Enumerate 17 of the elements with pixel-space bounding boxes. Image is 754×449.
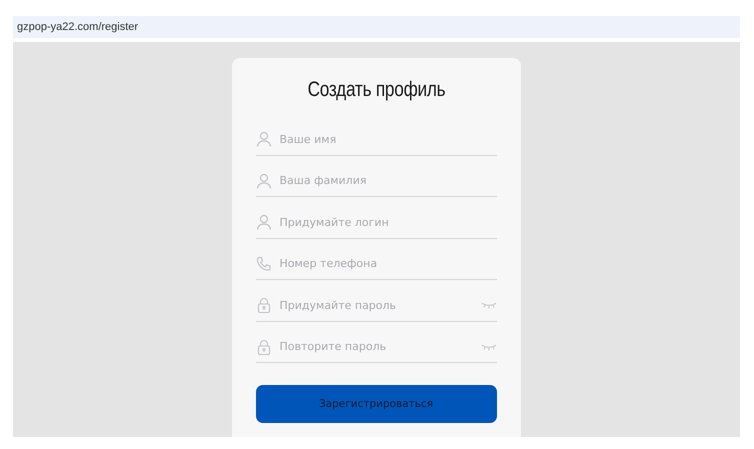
person-icon xyxy=(256,131,272,148)
input-field[interactable]: Ваше имя xyxy=(280,132,496,146)
form-title: Создать профиль xyxy=(306,78,446,102)
person-icon xyxy=(256,172,272,189)
input-field[interactable]: Номер телефона xyxy=(280,257,496,270)
lock-icon xyxy=(256,338,272,355)
person-icon xyxy=(256,214,272,230)
phone-icon xyxy=(256,256,272,272)
input-field[interactable]: Придумайте пароль xyxy=(280,298,472,312)
closed-eye-icon[interactable] xyxy=(480,342,496,351)
input-field[interactable]: Ваша фамилия xyxy=(280,174,496,188)
input-field[interactable]: Повторите пароль xyxy=(280,340,472,354)
address-bar[interactable]: gzpop-ya22.com/register xyxy=(13,16,740,38)
input-field[interactable]: Придумайте логин xyxy=(280,216,496,229)
closed-eye-icon[interactable] xyxy=(480,301,496,310)
lock-icon xyxy=(256,297,272,314)
url-text: gzpop-ya22.com/register xyxy=(17,21,138,33)
